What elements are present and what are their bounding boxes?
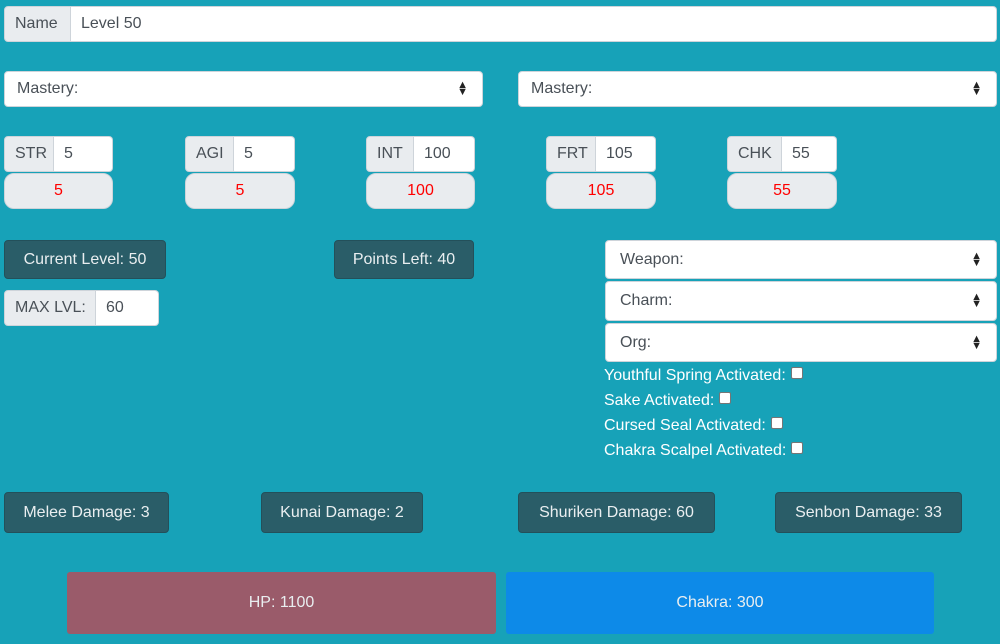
mastery-select-right-label: Mastery: bbox=[531, 80, 593, 97]
select-arrows-icon: ▲ ▼ bbox=[971, 332, 982, 352]
kunai-damage-badge: Kunai Damage: 2 bbox=[261, 492, 423, 533]
max-level-input[interactable]: 60 bbox=[96, 290, 159, 326]
toggle-youthful-spring-label: Youthful Spring Activated: bbox=[604, 367, 786, 384]
stat-chk-group: CHK 55 bbox=[727, 136, 837, 172]
chakra-scalpel-checkbox[interactable] bbox=[791, 442, 804, 454]
toggle-youthful-spring: Youthful Spring Activated: bbox=[604, 364, 803, 388]
points-left-badge: Points Left: 40 bbox=[334, 240, 474, 279]
stat-agi-label: AGI bbox=[185, 136, 234, 172]
current-level-badge: Current Level: 50 bbox=[4, 240, 166, 279]
name-input[interactable]: Level 50 bbox=[71, 6, 997, 42]
toggle-cursed-seal-label: Cursed Seal Activated: bbox=[604, 417, 766, 434]
org-select[interactable]: Org: ▲ ▼ bbox=[605, 323, 997, 362]
stat-str-label: STR bbox=[4, 136, 54, 172]
stat-int-group: INT 100 bbox=[366, 136, 475, 172]
chakra-bar: Chakra: 300 bbox=[506, 572, 934, 634]
youthful-spring-checkbox[interactable] bbox=[790, 367, 803, 379]
toggle-sake-label: Sake Activated: bbox=[604, 392, 715, 409]
stat-str-group: STR 5 bbox=[4, 136, 113, 172]
melee-damage-badge: Melee Damage: 3 bbox=[4, 492, 169, 533]
stat-frt-label: FRT bbox=[546, 136, 596, 172]
toggle-chakra-scalpel-label: Chakra Scalpel Activated: bbox=[604, 442, 787, 459]
charm-select-label: Charm: bbox=[620, 292, 673, 309]
select-arrows-icon: ▲ ▼ bbox=[457, 79, 468, 98]
org-select-label: Org: bbox=[620, 333, 652, 351]
stat-agi-computed: 5 bbox=[185, 173, 295, 209]
toggle-chakra-scalpel: Chakra Scalpel Activated: bbox=[604, 439, 804, 463]
stat-str-computed: 5 bbox=[4, 173, 113, 209]
weapon-select[interactable]: Weapon: ▲ ▼ bbox=[605, 240, 997, 279]
shuriken-damage-badge: Shuriken Damage: 60 bbox=[518, 492, 715, 533]
stat-int-label: INT bbox=[366, 136, 414, 172]
stat-int-computed: 100 bbox=[366, 173, 475, 209]
stat-str-input[interactable]: 5 bbox=[54, 136, 113, 172]
hp-bar: HP: 1100 bbox=[67, 572, 496, 634]
charm-select[interactable]: Charm: ▲ ▼ bbox=[605, 281, 997, 321]
stat-chk-input[interactable]: 55 bbox=[782, 136, 837, 172]
max-level-group: MAX LVL: 60 bbox=[4, 290, 159, 326]
cursed-seal-checkbox[interactable] bbox=[770, 417, 783, 429]
stat-agi-group: AGI 5 bbox=[185, 136, 295, 172]
name-input-group: Name Level 50 bbox=[4, 6, 997, 42]
stat-agi-input[interactable]: 5 bbox=[234, 136, 295, 172]
weapon-select-label: Weapon: bbox=[620, 250, 684, 268]
toggle-sake: Sake Activated: bbox=[604, 389, 803, 413]
stat-frt-input[interactable]: 105 bbox=[596, 136, 656, 172]
mastery-select-right[interactable]: Mastery: ▲ ▼ bbox=[518, 71, 997, 107]
stat-chk-label: CHK bbox=[727, 136, 782, 172]
name-label: Name bbox=[4, 6, 71, 42]
select-arrows-icon: ▲ ▼ bbox=[971, 291, 982, 310]
toggle-list: Youthful Spring Activated: Sake Activate… bbox=[604, 364, 804, 463]
stat-frt-group: FRT 105 bbox=[546, 136, 656, 172]
select-arrows-icon: ▲ ▼ bbox=[971, 79, 982, 98]
select-arrows-icon: ▲ ▼ bbox=[971, 249, 982, 269]
stat-int-input[interactable]: 100 bbox=[414, 136, 475, 172]
max-level-label: MAX LVL: bbox=[4, 290, 96, 326]
toggle-cursed-seal: Cursed Seal Activated: bbox=[604, 414, 803, 438]
mastery-select-left-label: Mastery: bbox=[17, 80, 79, 97]
senbon-damage-badge: Senbon Damage: 33 bbox=[775, 492, 962, 533]
sake-checkbox[interactable] bbox=[719, 392, 732, 404]
stat-chk-computed: 55 bbox=[727, 173, 837, 209]
mastery-select-left[interactable]: Mastery: ▲ ▼ bbox=[4, 71, 483, 107]
stat-frt-computed: 105 bbox=[546, 173, 656, 209]
